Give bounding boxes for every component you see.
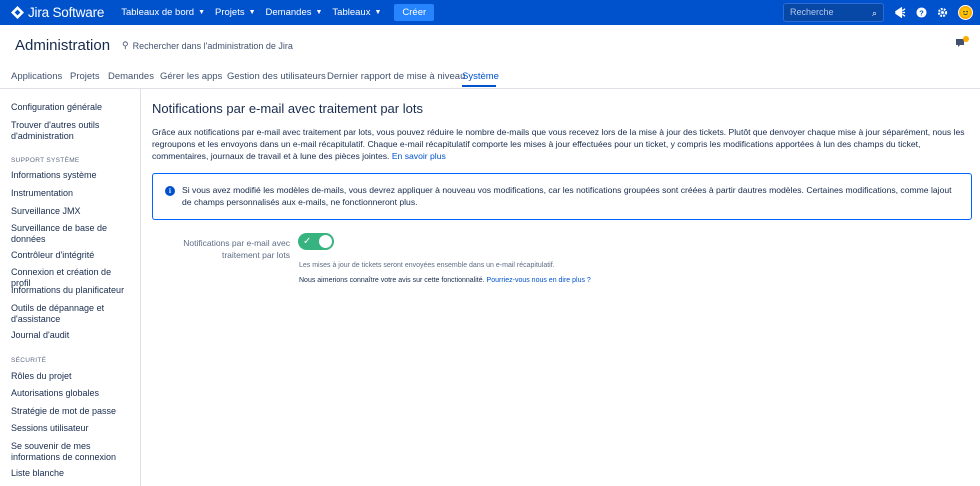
main-nav: Tableaux de bord ▼ Projets ▼ Demandes ▼ Tab… [116,0,435,25]
nav-dashboards[interactable]: Tableaux de bord ▼ [116,0,210,25]
feedback-row: Nous aimerions connaître votre avis sur … [299,277,591,284]
sidebar-item-general-config[interactable]: Configuration générale [11,102,133,113]
page-title: Administration [15,37,111,54]
notifications-icon[interactable] [893,5,907,19]
sidebar-item-user-sessions[interactable]: Sessions utilisateur [11,423,133,434]
nav-label: Projets [215,7,245,18]
tabs-divider [0,88,980,89]
chevron-down-icon: ▼ [374,9,382,16]
feedback-icon[interactable] [955,36,969,50]
svg-text:?: ? [919,8,924,17]
section-title: Notifications par e-mail avec traitement… [152,101,423,116]
help-icon[interactable]: ? [914,5,928,19]
nav-issues[interactable]: Demandes ▼ [261,0,328,25]
feedback-text: Nous aimerions connaître votre avis sur … [299,277,485,284]
chevron-down-icon: ▼ [198,9,206,16]
top-navigation-bar: Jira Software Tableaux de bord ▼ Projets ▼… [0,0,980,25]
settings-icon[interactable] [935,5,949,19]
info-icon: i [165,186,175,196]
sidebar-item-project-roles[interactable]: Rôles du projet [11,371,133,382]
search-icon: ⚲ [122,40,129,50]
sidebar-item-allowlist[interactable]: Liste blanche [11,468,133,479]
checkmark-icon: ✓ [303,236,312,247]
sidebar-item-find-admin-tools[interactable]: Trouver d'autres outils d'administration [11,120,133,142]
jira-diamond-icon [11,6,24,19]
nav-boards[interactable]: Tableaux ▼ [327,0,386,25]
admin-search-label: Rechercher dans l'administration de Jira [132,40,293,51]
jira-logo[interactable]: Jira Software [11,0,104,25]
intro-paragraph: Grâce aux notifications par e-mail avec … [152,126,967,162]
chevron-down-icon: ▼ [248,9,256,16]
logo-text: Jira Software [28,5,105,20]
nav-label: Demandes [265,7,312,18]
tab-issues[interactable]: Demandes [108,71,154,82]
batch-notifications-label: Notifications par e-mail avec traitement… [183,238,290,260]
sidebar-item-global-permissions[interactable]: Autorisations globales [11,388,133,399]
sidebar-section-security: SÉCURITÉ [11,357,47,364]
active-tab-indicator [462,85,496,87]
tab-manage-apps[interactable]: Gérer les apps [160,71,222,82]
nav-label: Tableaux [332,7,371,18]
search-icon: ⌕ [871,8,877,18]
create-button[interactable]: Créer [394,4,435,21]
avatar[interactable] [958,5,973,20]
sidebar-item-remember-me[interactable]: Se souvenir de mes informations de conne… [11,441,133,463]
sidebar-item-jmx[interactable]: Surveillance JMX [11,206,133,217]
tab-applications[interactable]: Applications [11,71,62,82]
intro-text: Grâce aux notifications par e-mail avec … [152,127,965,161]
sidebar-item-troubleshooting[interactable]: Outils de dépannage et d'assistance [11,303,133,325]
info-message: i Si vous avez modifié les modèles de-ma… [152,173,972,220]
feedback-link[interactable]: Pourriez-vous nous en dire plus ? [487,277,591,284]
toggle-knob [319,235,332,248]
toggle-help-text: Les mises à jour de tickets seront envoy… [299,262,555,269]
search-input[interactable]: Recherche ⌕ [783,3,884,22]
sidebar-item-health-check[interactable]: Contrôleur d'intégrité [11,250,133,261]
sidebar-item-scheduler[interactable]: Informations du planificateur [11,285,133,296]
sidebar-item-password-policy[interactable]: Stratégie de mot de passe [11,406,133,417]
info-text: Si vous avez modifié les modèles de-mail… [182,185,952,207]
sidebar-item-audit-log[interactable]: Journal d'audit [11,330,133,341]
tab-projects[interactable]: Projets [70,71,100,82]
tab-system[interactable]: Système [462,71,499,82]
sidebar: Configuration générale Trouver d'autres … [0,89,141,486]
sidebar-section-support: SUPPORT SYSTÈME [11,157,80,164]
sidebar-item-system-info[interactable]: Informations système [11,170,133,181]
chevron-down-icon: ▼ [315,9,323,16]
search-placeholder: Recherche [790,7,834,17]
sidebar-item-db-monitoring[interactable]: Surveillance de base de données [11,223,133,245]
admin-search-link[interactable]: ⚲ Rechercher dans l'administration de Ji… [122,40,293,51]
tab-user-management[interactable]: Gestion des utilisateurs [227,71,326,82]
nav-label: Tableaux de bord [121,7,195,18]
sidebar-item-instrumentation[interactable]: Instrumentation [11,188,133,199]
nav-projects[interactable]: Projets ▼ [210,0,261,25]
tab-upgrade-report[interactable]: Dernier rapport de mise à niveau [327,71,465,82]
batch-notifications-toggle[interactable]: ✓ [298,233,334,250]
learn-more-link[interactable]: En savoir plus [392,151,446,161]
